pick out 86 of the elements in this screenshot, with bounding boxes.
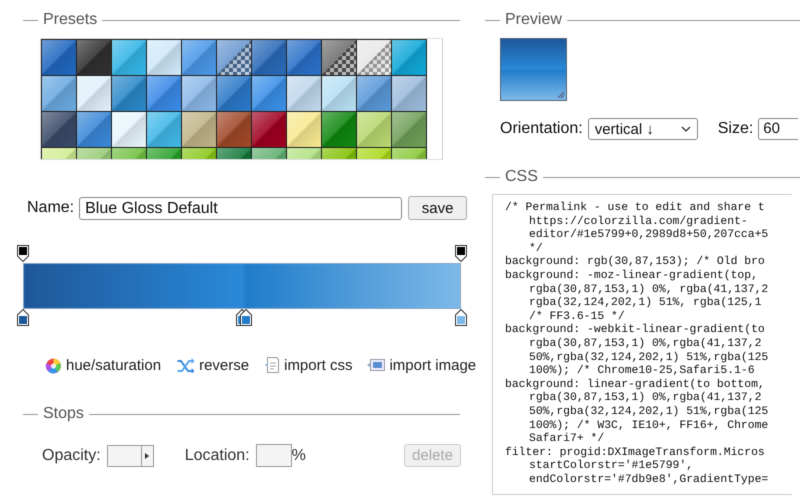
preset-swatch[interactable] (217, 112, 251, 147)
color-wheel-icon (45, 356, 62, 374)
css-code-line: background: linear-gradient(to bottom, (505, 378, 766, 392)
preset-swatch[interactable] (252, 112, 286, 147)
css-code-line: startColorstr='#1e5799', (528, 460, 694, 474)
section-heading: CSS (504, 168, 539, 186)
section-heading: Preview (504, 11, 563, 29)
preset-swatch[interactable] (392, 76, 426, 111)
orientation-select[interactable]: vertical ↓ (588, 118, 698, 140)
preset-swatch[interactable] (357, 112, 391, 147)
section-heading: Presets (42, 11, 98, 29)
color-stop-marker[interactable] (17, 309, 29, 326)
preset-swatch[interactable] (182, 76, 216, 111)
opacity-stop-marker[interactable] (17, 245, 29, 262)
chevron-icon (680, 126, 691, 132)
location-label: Location: (184, 446, 250, 464)
css-code-line: rgba(30,87,153,1) 0%, rgba(41,137,2 (528, 284, 770, 296)
preset-swatch[interactable] (112, 40, 146, 75)
preset-swatch[interactable] (77, 112, 111, 147)
transparent-preset-swatch[interactable] (322, 40, 356, 75)
preset-swatch[interactable] (392, 40, 426, 75)
preset-swatch[interactable] (112, 112, 146, 147)
document-icon (264, 356, 280, 374)
preset-swatch[interactable] (287, 76, 321, 111)
location-field[interactable] (256, 444, 292, 467)
css-code-line: editor/#1e5799+0,2989d8+50,207cca+5 (528, 229, 770, 242)
size-label: Size: (718, 120, 754, 138)
preset-swatch[interactable] (77, 76, 111, 111)
css-code-line: rgba(30,87,153,1) 0%,rgba(41,137,2 (528, 392, 762, 406)
preset-swatch[interactable] (147, 112, 181, 147)
preset-swatch[interactable] (252, 76, 286, 111)
tool-link[interactable]: import css (264, 356, 352, 374)
preset-swatch[interactable] (42, 76, 76, 111)
tool-link[interactable]: hue/saturation (45, 356, 162, 374)
orientation-label: Orientation: (500, 120, 583, 138)
css-code-line: /* FF3.6-15 */ (528, 310, 626, 324)
css-code-line: 50%,rgba(32,124,202,1) 51%,rgba(125 (528, 406, 770, 420)
transparent-preset-swatch[interactable] (357, 40, 391, 75)
tool-link[interactable]: import image (367, 356, 476, 374)
preset-swatch[interactable] (42, 112, 76, 147)
css-code-line: 100%); /* W3C, IE10+, FF16+, Chrome (528, 420, 770, 432)
caret-icon (145, 452, 150, 458)
css-code-line: filter: progid:DXImageTransform.Micros (505, 446, 766, 460)
preset-swatch[interactable] (77, 40, 111, 75)
css-code-line: https://colorzilla.com/gradient- (528, 216, 749, 228)
color-stop-marker[interactable] (455, 309, 467, 326)
preset-swatch[interactable] (112, 76, 146, 111)
css-code-line: background: -webkit-linear-gradient(to (505, 324, 766, 338)
css-code-line: background: -moz-linear-gradient(top, (505, 270, 759, 284)
preset-swatch[interactable] (252, 40, 286, 75)
tool-link[interactable]: reverse (176, 356, 250, 374)
css-code-line: background: rgb(30,87,153); /* Old bro (505, 256, 766, 270)
preset-swatch[interactable] (217, 76, 251, 111)
name-field[interactable]: Blue Gloss Default (79, 196, 402, 220)
preset-swatch[interactable] (42, 40, 76, 75)
percent-label: % (292, 446, 306, 464)
css-code-line: rgba(30,87,153,1) 0%,rgba(41,137,2 (528, 338, 762, 352)
opacity-field[interactable] (106, 444, 154, 466)
transparent-preset-swatch[interactable] (217, 40, 251, 75)
preset-swatch[interactable] (287, 112, 321, 147)
preset-swatch[interactable] (182, 112, 216, 147)
color-stop-marker[interactable] (240, 309, 252, 326)
preset-swatch[interactable] (147, 40, 181, 75)
preset-swatch[interactable] (322, 112, 356, 147)
css-code-line: 100%); /* Chrome10-25,Safari5.1-6 (528, 365, 756, 378)
section-heading: Stops (42, 405, 85, 423)
css-code-line: 50%,rgba(32,124,202,1) 51%,rgba(125 (528, 352, 770, 364)
preset-swatch[interactable] (287, 40, 321, 75)
opacity-label: Opacity: (42, 446, 101, 464)
preset-swatch[interactable] (322, 76, 356, 111)
css-code-line: Safari7+ */ (528, 433, 606, 446)
preset-swatch[interactable] (357, 76, 391, 111)
save-button[interactable]: save (408, 196, 468, 220)
preset-swatch[interactable] (392, 112, 426, 147)
crossed-arrows-icon (176, 357, 196, 373)
css-code-line: rgba(32,124,202,1) 51%, rgba(125,1 (528, 297, 762, 310)
name-label: Name: (27, 199, 74, 217)
resize-grip-icon[interactable] (555, 89, 565, 99)
css-code-line: /* Permalink - use to edit and share t (505, 202, 766, 216)
size-field[interactable]: 60 (758, 118, 798, 140)
image-card-icon (367, 358, 386, 372)
css-code-line: */ (528, 242, 544, 256)
css-code-line: endColorstr='#7db9e8',GradientType= (528, 474, 770, 488)
preset-swatch[interactable] (147, 76, 181, 111)
preset-swatch[interactable] (182, 40, 216, 75)
opacity-stop-marker[interactable] (455, 245, 467, 262)
